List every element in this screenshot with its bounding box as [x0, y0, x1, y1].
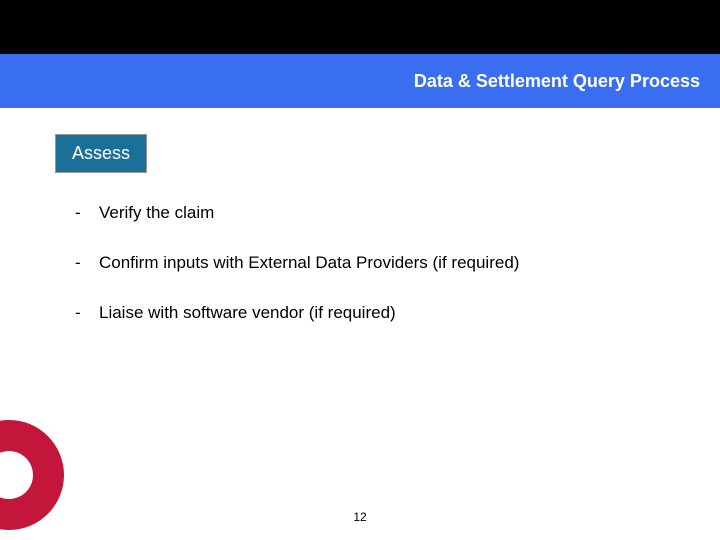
section-tag-label: Assess: [72, 143, 130, 163]
bullet-dash: -: [75, 253, 99, 273]
bullet-text: Confirm inputs with External Data Provid…: [99, 253, 519, 273]
list-item: - Verify the claim: [75, 203, 720, 223]
section-tag: Assess: [55, 134, 147, 173]
bullet-dash: -: [75, 203, 99, 223]
slide-title: Data & Settlement Query Process: [414, 71, 700, 92]
list-item: - Liaise with software vendor (if requir…: [75, 303, 720, 323]
logo-icon: [0, 420, 64, 530]
list-item: - Confirm inputs with External Data Prov…: [75, 253, 720, 273]
bullet-dash: -: [75, 303, 99, 323]
bullet-list: - Verify the claim - Confirm inputs with…: [75, 203, 720, 323]
header-black-bar: [0, 0, 720, 54]
bullet-text: Liaise with software vendor (if required…: [99, 303, 396, 323]
bullet-text: Verify the claim: [99, 203, 214, 223]
header-blue-bar: Data & Settlement Query Process: [0, 54, 720, 108]
page-number: 12: [353, 510, 366, 524]
